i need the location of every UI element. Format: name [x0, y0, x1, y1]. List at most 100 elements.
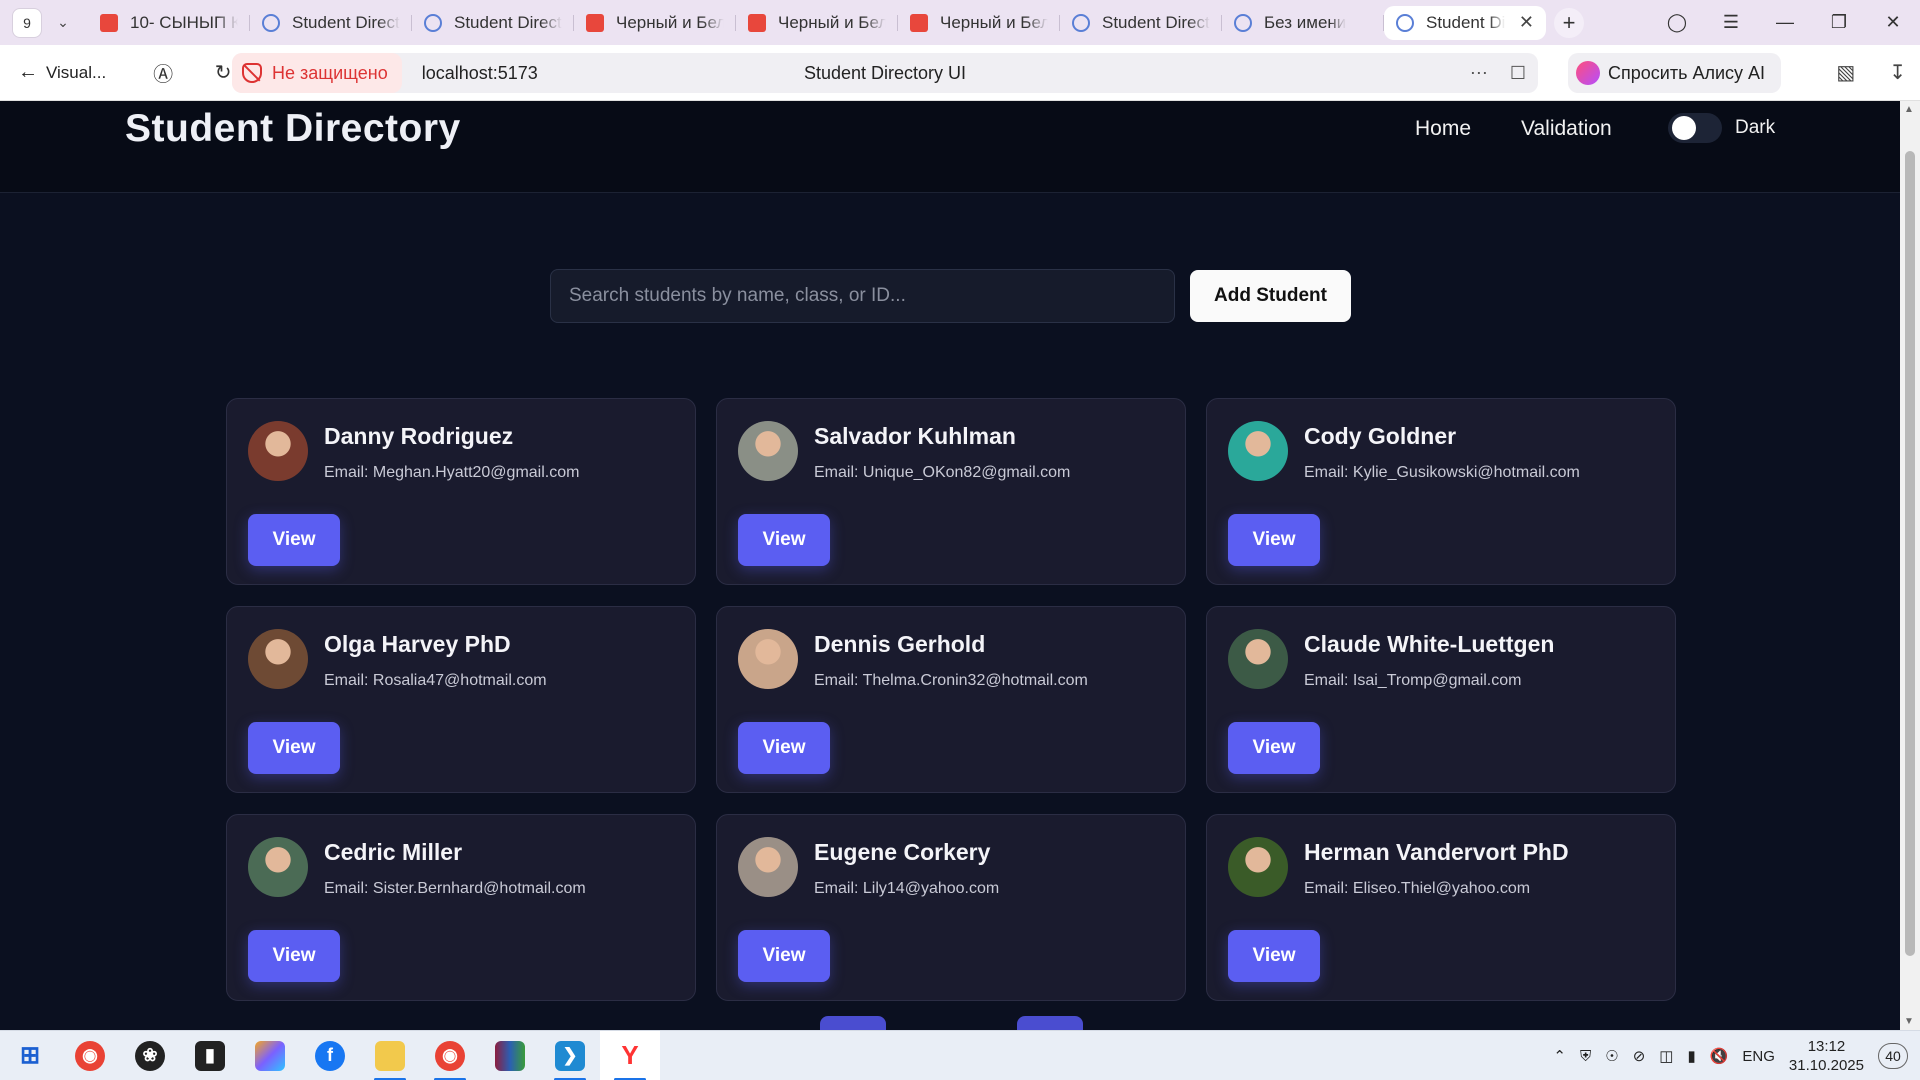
- back-button[interactable]: ← Visual...: [18, 61, 106, 84]
- student-card: Cody Goldner Email: Kylie_Gusikowski@hotm…: [1206, 398, 1676, 585]
- restore-button[interactable]: ❐: [1812, 12, 1866, 33]
- browser-tab[interactable]: Черный и Бел: [736, 6, 898, 40]
- prev-page-button[interactable]: [820, 1016, 886, 1030]
- add-student-button[interactable]: Add Student: [1190, 270, 1351, 322]
- student-card: Herman Vandervort PhD Email: Eliseo.Thiel…: [1206, 814, 1676, 1001]
- yandex-icon[interactable]: Ⓐ: [150, 58, 176, 87]
- taskbar-vscode[interactable]: ❯: [540, 1031, 600, 1080]
- scroll-down-icon[interactable]: ▼: [1904, 1016, 1914, 1027]
- nav-validation[interactable]: Validation: [1521, 117, 1612, 141]
- search-input[interactable]: [550, 269, 1175, 323]
- student-email: Email: Sister.Bernhard@hotmail.com: [324, 880, 586, 897]
- volume-muted-icon[interactable]: 🔇: [1710, 1047, 1729, 1065]
- back-label: Visual...: [46, 62, 107, 82]
- browser-tab-label: Черный и Бел: [940, 12, 1048, 32]
- site-brand[interactable]: Student Directory: [125, 107, 461, 151]
- taskbar-chrome[interactable]: ◉: [60, 1031, 120, 1080]
- taskbar-terminal[interactable]: ▮: [180, 1031, 240, 1080]
- student-name: Olga Harvey PhD: [324, 631, 511, 657]
- clock-time: 13:12: [1807, 1038, 1846, 1055]
- browser-tab[interactable]: Черный и Бел: [898, 6, 1060, 40]
- language-indicator[interactable]: ENG: [1742, 1048, 1775, 1065]
- view-student-button[interactable]: View: [1228, 722, 1320, 774]
- page-scrollbar[interactable]: ▲ ▼: [1900, 101, 1920, 1030]
- taskbar-explorer[interactable]: [360, 1031, 420, 1080]
- browser-tab[interactable]: Черный и Бел: [574, 6, 736, 40]
- browser-tab-label: Student Di: [1426, 12, 1506, 32]
- taskbar-copilot[interactable]: [240, 1031, 300, 1080]
- url-actions: ⋯ ☐: [1470, 63, 1526, 84]
- notification-badge[interactable]: 40: [1878, 1043, 1908, 1069]
- taskbar-facebook[interactable]: f: [300, 1031, 360, 1080]
- chrome-icon: ◉: [75, 1040, 105, 1071]
- menu-icon[interactable]: ☰: [1704, 12, 1758, 33]
- view-student-button[interactable]: View: [248, 930, 340, 982]
- download-icon[interactable]: ↧: [1889, 60, 1906, 85]
- minimize-button[interactable]: —: [1758, 12, 1812, 33]
- network-icon[interactable]: ☉: [1605, 1047, 1618, 1065]
- nav-home[interactable]: Home: [1415, 117, 1471, 141]
- view-student-button[interactable]: View: [738, 930, 830, 982]
- collections-icon[interactable]: ▧: [1836, 60, 1855, 85]
- tab-list-chevron-icon[interactable]: ⌄: [48, 8, 78, 38]
- view-student-button[interactable]: View: [248, 514, 340, 566]
- search-row: Add Student: [550, 269, 1351, 323]
- insecure-badge[interactable]: Не защищено: [232, 53, 402, 93]
- wifi-off-icon[interactable]: ⊘: [1633, 1047, 1646, 1065]
- view-student-button[interactable]: View: [738, 514, 830, 566]
- tray-chevron-icon[interactable]: ⌃: [1553, 1047, 1566, 1065]
- folder-icon: [375, 1040, 405, 1071]
- student-avatar: [738, 629, 798, 689]
- clock-date: 31.10.2025: [1788, 1057, 1864, 1074]
- shield-off-icon: [242, 63, 262, 83]
- view-student-button[interactable]: View: [738, 722, 830, 774]
- browser-tab[interactable]: Student Direct: [412, 6, 574, 40]
- taskbar-chrome-2[interactable]: ◉: [420, 1031, 480, 1080]
- browser-tab[interactable]: Student Direct: [250, 6, 412, 40]
- browser-tab[interactable]: Student Di ✕: [1384, 5, 1546, 40]
- winrar-icon: [495, 1040, 525, 1071]
- profile-icon[interactable]: ◯: [1650, 12, 1704, 33]
- battery-icon[interactable]: ▮: [1687, 1047, 1695, 1065]
- student-name: Danny Rodriguez: [324, 423, 514, 449]
- browser-tab-label: Student Direct: [1102, 12, 1210, 32]
- taskbar-yandex[interactable]: Y: [600, 1030, 660, 1080]
- start-button[interactable]: ⊞: [0, 1031, 60, 1080]
- view-student-button[interactable]: View: [248, 722, 340, 774]
- browser-tab[interactable]: 10- СЫНЫП К: [88, 6, 250, 40]
- alice-button[interactable]: Спросить Алису AI: [1568, 53, 1782, 93]
- theme-toggle[interactable]: [1668, 113, 1722, 143]
- alice-label: Спросить Алису AI: [1608, 62, 1766, 83]
- student-name: Cedric Miller: [324, 839, 463, 865]
- view-student-button[interactable]: View: [1228, 930, 1320, 982]
- taskbar-chatgpt[interactable]: ❀: [120, 1031, 180, 1080]
- bookmark-icon[interactable]: ☐: [1510, 63, 1526, 84]
- student-name: Eugene Corkery: [814, 839, 991, 865]
- browser-extras: ▧ ↧: [1836, 60, 1906, 85]
- scroll-thumb[interactable]: [1905, 151, 1915, 956]
- tab-count-button[interactable]: 9: [12, 7, 42, 38]
- browser-tabs: 10- СЫНЫП К Student Direct Student Direct Ч…: [88, 0, 1546, 45]
- taskbar-winrar[interactable]: [480, 1031, 540, 1080]
- browser-tab-label: Черный и Бел: [616, 12, 724, 32]
- close-window-button[interactable]: ✕: [1866, 12, 1920, 33]
- browser-tab[interactable]: Без имени: [1222, 6, 1384, 40]
- next-page-button[interactable]: [1017, 1016, 1083, 1030]
- device-icon[interactable]: ◫: [1659, 1047, 1673, 1065]
- clock[interactable]: 13:12 31.10.2025: [1789, 1037, 1864, 1075]
- url-text[interactable]: localhost:5173: [422, 63, 538, 84]
- react-icon: [1234, 13, 1252, 32]
- view-student-button[interactable]: View: [1228, 514, 1320, 566]
- student-card: Claude White-Luettgen Email: Isai_Tromp@g…: [1206, 606, 1676, 793]
- insecure-label: Не защищено: [272, 62, 388, 83]
- new-tab-button[interactable]: +: [1554, 7, 1584, 38]
- url-box[interactable]: Не защищено localhost:5173 Student Direc…: [232, 53, 1538, 93]
- react-icon: [1396, 13, 1414, 32]
- close-tab-icon[interactable]: ✕: [1519, 12, 1534, 33]
- student-card: Olga Harvey PhD Email: Rosalia47@hotmail.…: [226, 606, 696, 793]
- back-arrow-icon: ←: [18, 61, 38, 83]
- scroll-up-icon[interactable]: ▲: [1904, 104, 1914, 115]
- more-icon[interactable]: ⋯: [1470, 63, 1488, 84]
- security-icon[interactable]: ⛨: [1580, 1048, 1591, 1065]
- browser-tab[interactable]: Student Direct: [1060, 6, 1222, 40]
